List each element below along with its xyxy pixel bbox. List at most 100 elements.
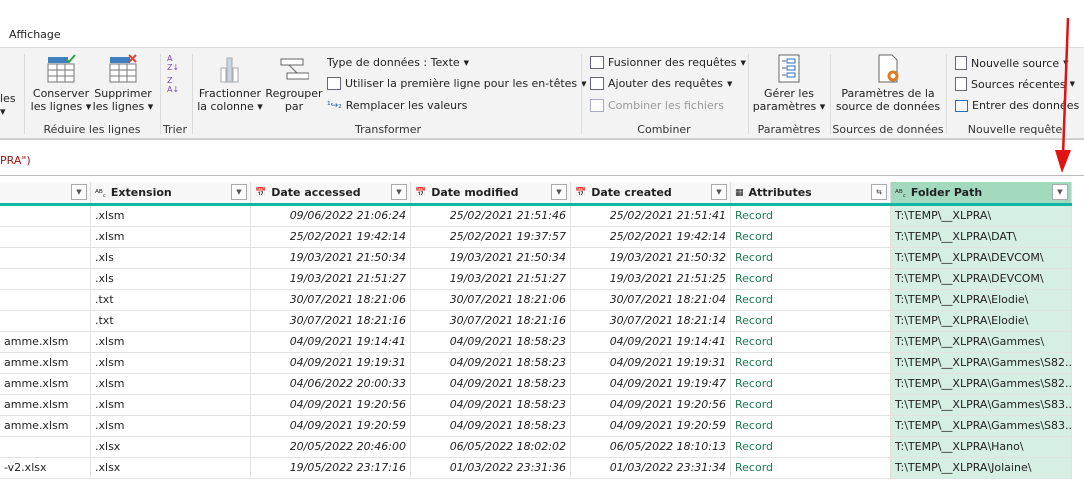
table-cell: T:\TEMP\__XLPRA\Hano\ xyxy=(891,437,1072,457)
column-title: Date accessed xyxy=(271,186,361,199)
record-link[interactable]: Record xyxy=(731,269,891,289)
keep-rows-button[interactable]: Conserver les lignes ▾ xyxy=(30,54,92,113)
table-cell: 04/09/2021 18:58:23 xyxy=(411,374,571,394)
column-header[interactable]: 📅 Date accessed ▼ xyxy=(251,182,411,203)
table-cell: 19/03/2021 21:50:32 xyxy=(571,248,731,268)
partial-button[interactable]: les ▾ xyxy=(0,92,18,118)
label: Gérer les xyxy=(764,87,814,100)
table-cell: 25/02/2021 19:42:14 xyxy=(251,227,411,247)
column-header[interactable]: ▼ xyxy=(0,182,91,203)
formula-bar[interactable]: PRA") xyxy=(0,139,1084,176)
group-by-button[interactable]: Regrouper par xyxy=(264,54,324,113)
record-link[interactable]: Record xyxy=(731,248,891,268)
table-cell xyxy=(0,206,91,226)
table-cell: 06/05/2022 18:10:13 xyxy=(571,437,731,457)
table-cell xyxy=(0,311,91,331)
table-cell: T:\TEMP\__XLPRA\Gammes\S82... xyxy=(891,353,1072,373)
table-cell: amme.xlsm xyxy=(0,353,91,373)
label: Combiner les fichiers xyxy=(608,99,724,112)
table-cell: 06/05/2022 18:02:02 xyxy=(411,437,571,457)
filter-dropdown-icon[interactable]: ▼ xyxy=(391,184,407,200)
formula-text[interactable]: PRA") xyxy=(0,154,31,167)
table-cell: 04/09/2021 19:19:31 xyxy=(571,353,731,373)
table-type-icon[interactable]: ▦ xyxy=(735,188,744,198)
table-cell: .xls xyxy=(91,269,251,289)
table-cell: .xlsm xyxy=(91,416,251,436)
table-cell: 04/09/2021 19:19:31 xyxy=(251,353,411,373)
split-column-button[interactable]: Fractionner la colonne ▾ xyxy=(196,54,264,113)
text-type-icon[interactable]: ᴬᴮ꜀ xyxy=(95,186,106,199)
replace-values-button[interactable]: ¹↪₂ Remplacer les valeurs xyxy=(327,99,467,112)
record-link[interactable]: Record xyxy=(731,437,891,457)
chevron-down-icon: ▼ xyxy=(740,58,746,67)
text-type-icon[interactable]: ᴬᴮ꜀ xyxy=(895,186,906,199)
filter-dropdown-icon[interactable]: ▼ xyxy=(1052,184,1068,200)
append-queries-button[interactable]: Ajouter des requêtes ▼ xyxy=(590,77,732,90)
table-cell: 25/02/2021 21:51:46 xyxy=(411,206,571,226)
datetime-type-icon[interactable]: 📅 xyxy=(415,188,426,198)
data-type-dropdown[interactable]: Type de données : Texte ▼ xyxy=(327,56,469,69)
parameters-icon xyxy=(778,54,800,83)
filter-dropdown-icon[interactable]: ▼ xyxy=(231,184,247,200)
column-header[interactable]: ᴬᴮ꜀ Extension ▼ xyxy=(91,182,251,203)
label: Remplacer les valeurs xyxy=(345,99,468,112)
record-link[interactable]: Record xyxy=(731,353,891,373)
filter-dropdown-icon[interactable]: ▼ xyxy=(711,184,727,200)
manage-parameters-button[interactable]: Gérer les paramètres ▾ xyxy=(750,54,828,113)
tab-affichage[interactable]: Affichage xyxy=(9,28,61,41)
datetime-type-icon[interactable]: 📅 xyxy=(575,188,586,198)
group-label: Combiner xyxy=(637,123,691,136)
column-header[interactable]: ▦ Attributes ⇆ xyxy=(731,182,891,203)
data-source-settings-icon xyxy=(878,54,899,83)
tab-bar: Affichage xyxy=(0,0,1084,47)
filter-dropdown-icon[interactable]: ▼ xyxy=(71,184,87,200)
combine-files-button[interactable]: Combiner les fichiers xyxy=(590,99,724,112)
table-row: amme.xlsm .xlsm 04/09/2021 19:14:41 04/09/2… xyxy=(0,332,1072,353)
sort-ascending-icon[interactable]: A Z↓ xyxy=(167,54,179,72)
table-cell: .xlsm xyxy=(91,227,251,247)
group-label: Transformer xyxy=(354,123,421,136)
record-link[interactable]: Record xyxy=(731,395,891,415)
record-link[interactable]: Record xyxy=(731,374,891,394)
column-header[interactable]: 📅 Date modified ▼ xyxy=(411,182,571,203)
label: Type de données : Texte xyxy=(327,56,460,69)
table-icon xyxy=(955,99,968,112)
table-cell xyxy=(0,437,91,457)
table-cell: 04/09/2021 19:14:41 xyxy=(571,332,731,352)
record-link[interactable]: Record xyxy=(731,227,891,247)
label: la colonne ▾ xyxy=(197,100,263,113)
datetime-type-icon[interactable]: 📅 xyxy=(255,188,266,198)
table-cell: 19/03/2021 21:50:34 xyxy=(251,248,411,268)
remove-rows-button[interactable]: Supprimer les lignes ▾ xyxy=(92,54,154,113)
table-cell: -v2.xlsx xyxy=(0,458,91,478)
split-column-icon xyxy=(220,57,239,83)
column-title: Date modified xyxy=(431,186,519,199)
sort-descending-icon[interactable]: Z A↓ xyxy=(167,76,179,94)
table-cell xyxy=(0,227,91,247)
table-cell: .xlsm xyxy=(91,395,251,415)
data-source-settings-button[interactable]: Paramètres de la source de données xyxy=(832,54,944,113)
table-row: amme.xlsm .xlsm 04/09/2021 19:20:59 04/09/2… xyxy=(0,416,1072,437)
table-row: -v2.xlsx .xlsx 19/05/2022 23:17:16 01/03/20… xyxy=(0,458,1072,479)
table-cell: 04/09/2021 18:58:23 xyxy=(411,353,571,373)
table-cell: 04/09/2021 19:14:41 xyxy=(251,332,411,352)
record-link[interactable]: Record xyxy=(731,206,891,226)
record-link[interactable]: Record xyxy=(731,290,891,310)
table-cell: amme.xlsm xyxy=(0,374,91,394)
record-link[interactable]: Record xyxy=(731,458,891,478)
column-header[interactable]: 📅 Date created ▼ xyxy=(571,182,731,203)
record-link[interactable]: Record xyxy=(731,311,891,331)
table-cell: amme.xlsm xyxy=(0,395,91,415)
record-link[interactable]: Record xyxy=(731,332,891,352)
merge-queries-button[interactable]: Fusionner des requêtes ▼ xyxy=(590,56,746,69)
first-row-headers-button[interactable]: Utiliser la première ligne pour les en-t… xyxy=(327,77,587,90)
column-header[interactable]: ᴬᴮ꜀ Folder Path ▼ xyxy=(891,182,1072,203)
table-cell: .txt xyxy=(91,290,251,310)
expand-column-icon[interactable]: ⇆ xyxy=(871,184,887,200)
filter-dropdown-icon[interactable]: ▼ xyxy=(551,184,567,200)
label: paramètres ▾ xyxy=(752,100,826,113)
record-link[interactable]: Record xyxy=(731,416,891,436)
ribbon: les ▾ Conserver les lignes ▾ Supprimer les … xyxy=(0,47,1084,139)
table-cell: 04/09/2021 18:58:23 xyxy=(411,395,571,415)
column-title: Attributes xyxy=(748,186,812,199)
